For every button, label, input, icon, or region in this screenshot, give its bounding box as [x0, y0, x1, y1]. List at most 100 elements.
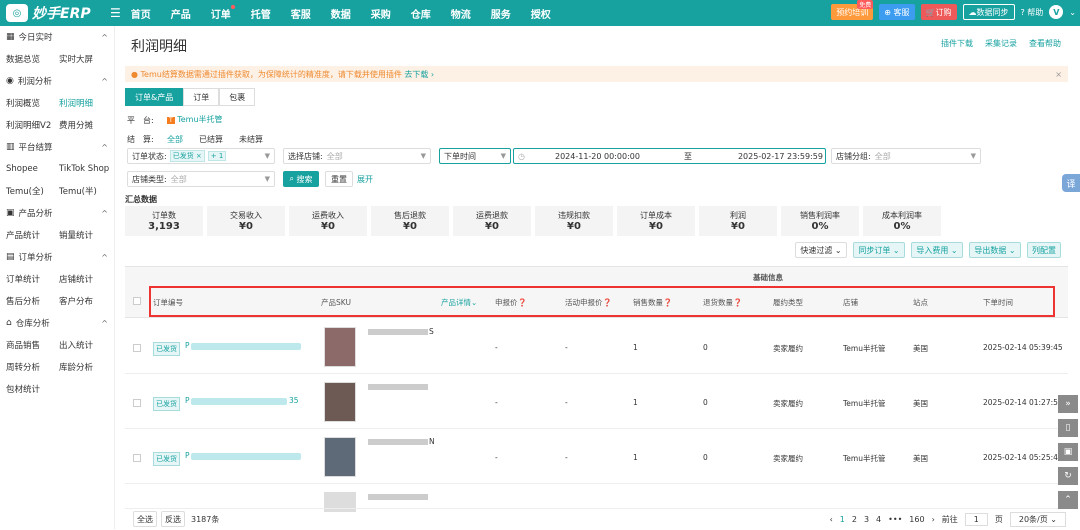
- customer-service-button[interactable]: ⊕ 客服: [879, 4, 915, 20]
- order-no-prefix[interactable]: P: [185, 451, 190, 460]
- collect-records-link[interactable]: 采集记录: [985, 38, 1017, 49]
- translate-float-icon[interactable]: 译: [1062, 174, 1080, 192]
- quick-filter-button[interactable]: 快速过滤 ⌄: [795, 242, 847, 258]
- nav-auth[interactable]: 授权: [531, 6, 551, 21]
- select-all-checkbox[interactable]: [133, 297, 141, 305]
- nav-purchase[interactable]: 采购: [371, 6, 391, 21]
- next-page-icon[interactable]: ›: [932, 515, 935, 524]
- store-select[interactable]: 选择店铺: 全部 ▼: [283, 148, 431, 164]
- store-type-select[interactable]: 店铺类型: 全部 ▼: [127, 171, 275, 187]
- expand-link[interactable]: 展开: [357, 174, 373, 185]
- sidebar-item-order-stats[interactable]: 订单统计: [6, 273, 59, 285]
- page-4[interactable]: 4: [876, 515, 881, 524]
- sidebar-item-goods-sales[interactable]: 商品销售: [6, 339, 59, 351]
- nav-services[interactable]: 服务: [491, 6, 511, 21]
- sidebar-item-cost-share[interactable]: 费用分摊: [59, 119, 112, 131]
- sidebar-section-profit[interactable]: ◉ 利润分析 ^: [0, 70, 114, 92]
- nav-logistics[interactable]: 物流: [451, 6, 471, 21]
- export-data-button[interactable]: 导出数据 ⌄: [969, 242, 1021, 258]
- search-button[interactable]: ⌕ 搜索: [283, 171, 319, 187]
- page-input[interactable]: 1: [964, 513, 988, 526]
- import-cost-button[interactable]: 导入费用 ⌄: [911, 242, 963, 258]
- sidebar-item-shopee[interactable]: Shopee: [6, 164, 59, 174]
- table-row[interactable]: 已发货 P N - - 1 0 卖家履约 Temu半托管 美国 2025-02-…: [125, 429, 1068, 484]
- nav-warehouse[interactable]: 仓库: [411, 6, 431, 21]
- prev-page-icon[interactable]: ‹: [830, 515, 833, 524]
- table-row[interactable]: 已发货 P 35 - - 1 0 卖家履约 Temu半托管 美国 2025-02…: [125, 374, 1068, 429]
- settle-pending[interactable]: 未结算: [239, 134, 263, 145]
- platform-value[interactable]: T Temu半托管: [167, 114, 223, 125]
- table-row[interactable]: 已发货 P S - - 1 0 卖家履约 Temu半托管 美国 2025-02-…: [125, 319, 1068, 374]
- order-no-prefix[interactable]: P: [185, 341, 190, 350]
- invert-select-button[interactable]: 反选: [161, 511, 185, 527]
- close-icon[interactable]: ×: [1055, 70, 1062, 79]
- sidebar-item-profit-overview[interactable]: 利润概览: [6, 97, 59, 109]
- order-status-select[interactable]: 订单状态: 已发货 × + 1 ▼: [127, 148, 275, 164]
- sidebar-section-warehouse[interactable]: ⌂ 仓库分析 ^: [0, 312, 114, 334]
- nav-home[interactable]: 首页: [131, 6, 151, 21]
- tab-order[interactable]: 订单: [183, 88, 220, 106]
- date-range-picker[interactable]: ◷ 2024-11-20 00:00:00 至 2025-02-17 23:59:59: [513, 148, 826, 164]
- time-type-select[interactable]: 下单时间 ▼: [439, 148, 511, 164]
- row-checkbox[interactable]: [133, 344, 141, 352]
- collapse-arrow-icon[interactable]: »: [1058, 395, 1078, 413]
- nav-service[interactable]: 客服: [291, 6, 311, 21]
- product-image[interactable]: [324, 327, 356, 367]
- nav-product[interactable]: 产品: [171, 6, 191, 21]
- back-to-top-icon[interactable]: ⌃: [1058, 491, 1078, 509]
- sidebar-item-bigscreen[interactable]: 实时大屏: [59, 53, 112, 65]
- sidebar-item-store-stats[interactable]: 店铺统计: [59, 273, 112, 285]
- tab-order-product[interactable]: 订单&产品: [125, 88, 184, 106]
- sidebar-item-sales-stats[interactable]: 销量统计: [59, 229, 112, 241]
- mobile-icon[interactable]: ▯: [1058, 419, 1078, 437]
- table-row[interactable]: [125, 484, 1068, 512]
- sidebar-item-temu-full[interactable]: Temu(全): [6, 185, 59, 197]
- reset-button[interactable]: 重置: [325, 171, 353, 187]
- sidebar-item-tiktok[interactable]: TikTok Shop: [59, 164, 112, 174]
- product-image[interactable]: [324, 437, 356, 477]
- settle-all[interactable]: 全部: [167, 134, 183, 145]
- plugin-download-link[interactable]: 插件下载: [941, 38, 973, 49]
- sync-orders-button[interactable]: 同步订单 ⌄: [853, 242, 905, 258]
- sidebar-item-inout[interactable]: 出入统计: [59, 339, 112, 351]
- menu-icon[interactable]: ☰: [110, 6, 121, 20]
- help-link[interactable]: ? 帮助: [1021, 7, 1044, 18]
- sidebar-section-realtime[interactable]: ▦ 今日实时 ^: [0, 26, 114, 48]
- data-sync-button[interactable]: ☁ 数据同步: [962, 4, 1015, 20]
- logo[interactable]: ◎ 妙手ERP: [0, 3, 110, 23]
- page-3[interactable]: 3: [864, 515, 869, 524]
- nav-order[interactable]: 订单: [211, 4, 235, 21]
- alert-download-link[interactable]: 去下载 ›: [404, 69, 434, 80]
- sidebar-item-profit-detail[interactable]: 利润明细: [59, 97, 112, 109]
- refresh-icon[interactable]: ↻: [1058, 467, 1078, 485]
- sidebar-item-turnover[interactable]: 周转分析: [6, 361, 59, 373]
- page-last[interactable]: 160: [909, 515, 924, 524]
- page-1[interactable]: 1: [840, 515, 845, 524]
- product-image[interactable]: [324, 382, 356, 422]
- select-all-button[interactable]: 全选: [133, 511, 157, 527]
- page-2[interactable]: 2: [852, 515, 857, 524]
- column-config-button[interactable]: 列配置: [1027, 242, 1061, 258]
- image-icon[interactable]: ▣: [1058, 443, 1078, 461]
- page-size-select[interactable]: 20条/页 ⌄: [1009, 512, 1066, 527]
- store-group-select[interactable]: 店铺分组: 全部 ▼: [831, 148, 981, 164]
- sidebar-item-temu-half[interactable]: Temu(半): [59, 185, 112, 197]
- settle-done[interactable]: 已结算: [199, 134, 223, 145]
- subscribe-button[interactable]: 🛒 订购: [920, 4, 957, 20]
- nav-data[interactable]: 数据: [331, 6, 351, 21]
- sidebar-section-product[interactable]: ▣ 产品分析 ^: [0, 202, 114, 224]
- sidebar-section-settlement[interactable]: ▥ 平台结算 ^: [0, 136, 114, 158]
- status-tag[interactable]: 已发货 ×: [169, 150, 205, 162]
- sidebar-section-order[interactable]: ▤ 订单分析 ^: [0, 246, 114, 268]
- sidebar-item-stock-age[interactable]: 库龄分析: [59, 361, 112, 373]
- sidebar-item-aftersale[interactable]: 售后分析: [6, 295, 59, 307]
- training-button[interactable]: 预约培训 免费: [831, 0, 874, 20]
- sidebar-item-overview[interactable]: 数据总览: [6, 53, 59, 65]
- row-checkbox[interactable]: [133, 399, 141, 407]
- sidebar-item-packaging[interactable]: 包材统计: [6, 383, 40, 395]
- chevron-down-icon[interactable]: ⌄: [1069, 8, 1076, 17]
- nav-hosting[interactable]: 托管: [251, 6, 271, 21]
- user-avatar[interactable]: V: [1049, 5, 1064, 19]
- sidebar-item-customer-dist[interactable]: 客户分布: [59, 295, 112, 307]
- page-ellipsis[interactable]: •••: [888, 515, 902, 524]
